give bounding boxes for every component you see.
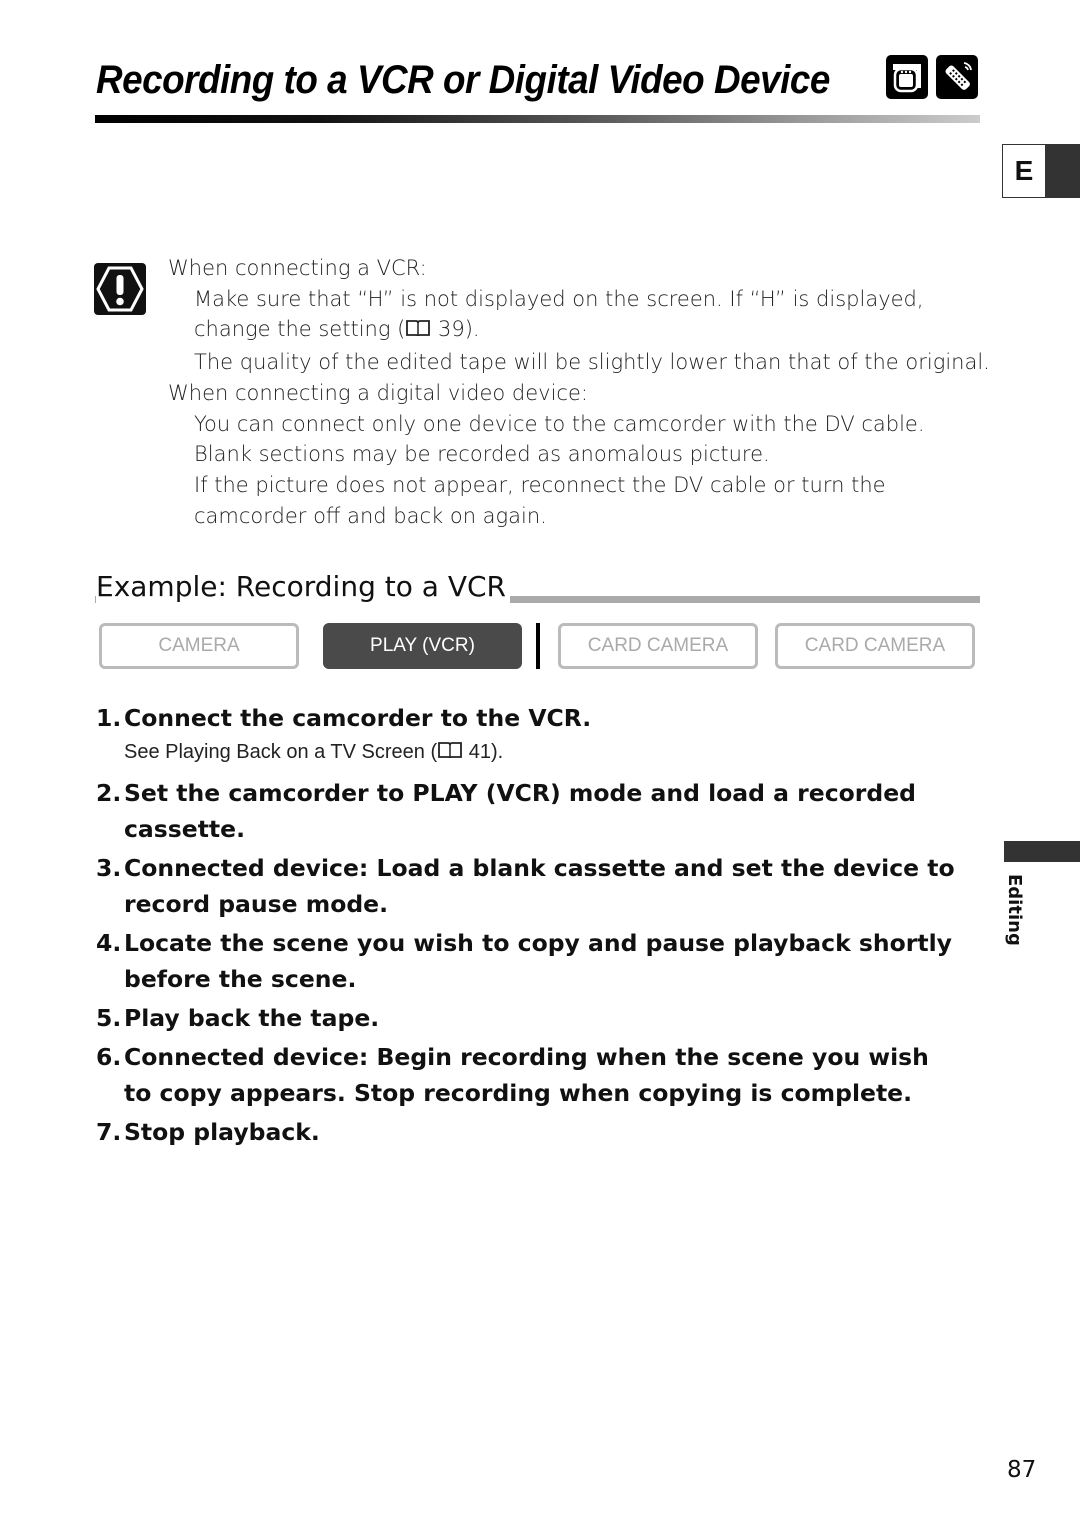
page-number: 87 [1007, 1457, 1037, 1483]
title-icons [886, 55, 978, 99]
page-title: Recording to a VCR or Digital Video Devi… [96, 58, 830, 102]
step-list: 1. Connect the camcorder to the VCR. See … [96, 700, 956, 1153]
language-tab-block [1046, 144, 1080, 198]
vcr-note-1-text: Make sure that “H” is not displayed on t… [194, 286, 924, 342]
dv-note-1: You can connect only one device to the c… [194, 411, 925, 436]
step-text: Set the camcorder to PLAY (VCR) mode and… [124, 779, 916, 843]
step-1-note: See Playing Back on a TV Screen ( 41). [96, 737, 956, 769]
vcr-note-2: The quality of the edited tape will be s… [194, 350, 990, 375]
step-text: Locate the scene you wish to copy and pa… [124, 929, 952, 993]
book-reference-icon [405, 316, 431, 347]
camcorder-icon [886, 55, 928, 99]
mode-card-camera-1: CARD CAMERA [558, 623, 758, 669]
mode-camera: CAMERA [99, 623, 299, 669]
step-1-ref-page: 41 [468, 741, 491, 763]
step-number: 6. [96, 1043, 122, 1071]
vcr-heading: When connecting a VCR: [168, 256, 427, 280]
caution-icon [94, 263, 146, 315]
dv-note-3: If the picture does not appear, reconnec… [194, 472, 886, 528]
step-text: Play back the tape. [124, 1004, 380, 1032]
dv-note-2: Blank sections may be recorded as anomal… [194, 442, 770, 467]
step-text: Connect the camcorder to the VCR. [124, 704, 592, 732]
step-item: 4. Locate the scene you wish to copy and … [96, 925, 956, 997]
vcr-note-1: Make sure that “H” is not displayed on t… [168, 284, 974, 347]
step-number: 1. [96, 704, 122, 732]
remote-control-icon [936, 55, 978, 99]
title-rule [95, 115, 980, 123]
step-number: 5. [96, 1004, 122, 1032]
step-text: Stop playback. [124, 1118, 320, 1146]
step-item: 5. Play back the tape. [96, 1000, 956, 1036]
side-tab-label: Editing [1004, 874, 1025, 946]
mode-indicator: CAMERA PLAY (VCR) CARD CAMERA CARD CAMER… [99, 623, 979, 669]
step-item: 6. Connected device: Begin recording when… [96, 1039, 956, 1111]
language-tab: E [1002, 144, 1080, 198]
step-item: 2. Set the camcorder to PLAY (VCR) mode a… [96, 775, 956, 847]
section-title: Example: Recording to a VCR [96, 570, 510, 603]
step-number: 2. [96, 779, 122, 807]
language-tab-label: E [1002, 144, 1046, 198]
step-text: Connected device: Load a blank cassette … [124, 854, 955, 918]
dv-heading: When connecting a digital video device: [168, 380, 588, 405]
book-reference-icon [437, 739, 463, 769]
step-number: 3. [96, 854, 122, 882]
step-number: 7. [96, 1118, 122, 1146]
side-tab-bar [1004, 841, 1080, 862]
vcr-note-1-ref-page: 39 [438, 317, 465, 342]
vcr-note-1-close: ). [464, 317, 480, 342]
step-1-note-text: See Playing Back on a TV Screen ( [124, 741, 438, 763]
mode-play-vcr: PLAY (VCR) [323, 623, 522, 669]
step-text: Connected device: Begin recording when t… [124, 1043, 929, 1107]
step-item: 3. Connected device: Load a blank cassett… [96, 850, 956, 922]
mode-divider [536, 623, 540, 669]
step-number: 4. [96, 929, 122, 957]
mode-card-camera-2: CARD CAMERA [775, 623, 975, 669]
step-1-note-close: ). [490, 741, 504, 763]
step-item: 7. Stop playback. [96, 1114, 956, 1150]
caution-notes: When connecting a VCR: Make sure that “H… [168, 253, 990, 531]
step-item: 1. Connect the camcorder to the VCR. [96, 700, 956, 736]
